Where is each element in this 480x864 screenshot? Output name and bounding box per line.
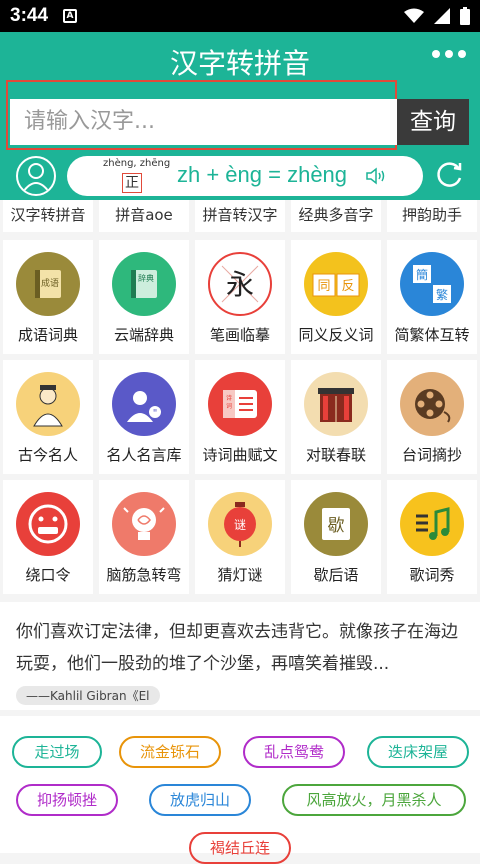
idiom-book-icon: 成语 bbox=[16, 252, 80, 316]
quote-text: 你们喜欢订定法律，但却更喜欢去违背它。就像孩子在海边玩耍，他们一股劲的堆了个沙堡… bbox=[16, 622, 458, 674]
idiom-tag[interactable]: 抑扬顿挫 bbox=[16, 784, 118, 816]
svg-text:诗: 诗 bbox=[226, 394, 232, 402]
quote-person-icon: " bbox=[112, 372, 176, 436]
idiom-tag[interactable]: 风高放火，月黑杀人 bbox=[282, 784, 466, 816]
svg-text:辞典: 辞典 bbox=[138, 273, 154, 283]
tab-pinyin-aoe[interactable]: 拼音aoe bbox=[99, 200, 189, 232]
quote-card[interactable]: 你们喜欢订定法律，但却更喜欢去违背它。就像孩子在海边玩耍，他们一股劲的堆了个沙堡… bbox=[0, 602, 480, 710]
more-icon[interactable] bbox=[432, 50, 466, 58]
grid-item-poetry[interactable]: 诗词 诗词曲赋文 bbox=[195, 360, 285, 474]
refresh-icon[interactable] bbox=[435, 159, 465, 189]
idiom-tag[interactable]: 乱点鸳鸯 bbox=[243, 736, 345, 768]
grid-item-lyrics[interactable]: 歌词秀 bbox=[387, 480, 477, 594]
status-bar: 3:44 A bbox=[0, 0, 480, 32]
idiom-tags: 走过场 流金铄石 乱点鸳鸯 迭床架屋 抑扬顿挫 放虎归山 风高放火，月黑杀人 褐… bbox=[0, 716, 480, 864]
idiom-tag[interactable]: 流金铄石 bbox=[119, 736, 221, 768]
grid-item-xiehouyu[interactable]: 歇 歇后语 bbox=[291, 480, 381, 594]
status-icons bbox=[404, 7, 470, 25]
grid-item-label: 歇后语 bbox=[313, 566, 359, 584]
pinyin-readings: zhèng, zhēng bbox=[103, 158, 171, 169]
grid-item-label: 脑筋急转弯 bbox=[106, 566, 182, 584]
svg-text:谜: 谜 bbox=[234, 518, 246, 532]
quote-author: ——Kahlil Gibran《El bbox=[16, 686, 160, 705]
scholar-icon bbox=[16, 372, 80, 436]
signal-icon bbox=[434, 8, 450, 24]
cloud-dictionary-icon: 辞典 bbox=[112, 252, 176, 316]
grid-item-label: 笔画临摹 bbox=[209, 326, 270, 344]
tab-pinyin-to-hanzi[interactable]: 拼音转汉字 bbox=[195, 200, 285, 232]
grid-item-simp-trad[interactable]: 簡繁 简繁体互转 bbox=[387, 240, 477, 354]
grid-item-label: 对联春联 bbox=[305, 446, 366, 464]
grid-item-cloud-dict[interactable]: 辞典 云端辞典 bbox=[99, 240, 189, 354]
grid-item-label: 名人名言库 bbox=[106, 446, 182, 464]
tab-polyphonic[interactable]: 经典多音字 bbox=[291, 200, 381, 232]
grid-item-synonym[interactable]: 同反 同义反义词 bbox=[291, 240, 381, 354]
feature-tabs: 汉字转拼音 拼音aoe 拼音转汉字 经典多音字 押韵助手 bbox=[0, 200, 480, 232]
lantern-icon: 谜 bbox=[208, 492, 272, 556]
svg-text:永: 永 bbox=[226, 268, 254, 301]
battery-icon bbox=[460, 7, 470, 25]
svg-text:反: 反 bbox=[341, 279, 354, 294]
grid-item-brain-teaser[interactable]: 脑筋急转弯 bbox=[99, 480, 189, 594]
grid-item-stroke[interactable]: 永 笔画临摹 bbox=[195, 240, 285, 354]
poetry-icon: 诗词 bbox=[208, 372, 272, 436]
feature-grid: 成语 成语词典 辞典 云端辞典 永 笔画临摹 同反 同义反义词 簡繁 简繁体互转… bbox=[0, 240, 480, 600]
example-character: 正 bbox=[122, 173, 142, 193]
grid-item-tongue-twister[interactable]: 绕口令 bbox=[3, 480, 93, 594]
grid-item-label: 简繁体互转 bbox=[394, 326, 470, 344]
grid-item-lines[interactable]: 台词摘抄 bbox=[387, 360, 477, 474]
tab-rhyme-helper[interactable]: 押韵助手 bbox=[387, 200, 477, 232]
user-icon bbox=[22, 163, 50, 193]
svg-text:词: 词 bbox=[226, 402, 232, 410]
page-title: 汉字转拼音 bbox=[169, 47, 310, 80]
speaker-icon[interactable] bbox=[365, 166, 387, 186]
grid-item-idiom[interactable]: 成语 成语词典 bbox=[3, 240, 93, 354]
brain-bulb-icon bbox=[112, 492, 176, 556]
avatar[interactable] bbox=[16, 156, 56, 196]
search-input[interactable]: 请输入汉字... bbox=[10, 99, 397, 145]
grid-row: 古今名人 " 名人名言库 诗词 诗词曲赋文 对联春联 台词摘抄 bbox=[0, 360, 480, 474]
grid-item-label: 猜灯谜 bbox=[217, 566, 263, 584]
grid-item-label: 台词摘抄 bbox=[401, 446, 462, 464]
grid-row: 绕口令 脑筋急转弯 谜 猜灯谜 歇 歇后语 歌词秀 bbox=[0, 480, 480, 594]
notification-icon: A bbox=[63, 9, 77, 23]
film-reel-icon bbox=[400, 372, 464, 436]
grid-item-label: 古今名人 bbox=[17, 446, 78, 464]
svg-text:簡: 簡 bbox=[416, 267, 428, 282]
tongue-twister-icon bbox=[16, 492, 80, 556]
couplet-door-icon bbox=[304, 372, 368, 436]
idiom-tag[interactable]: 走过场 bbox=[12, 736, 102, 768]
grid-item-quotes[interactable]: " 名人名言库 bbox=[99, 360, 189, 474]
grid-item-label: 绕口令 bbox=[25, 566, 71, 584]
grid-item-label: 歌词秀 bbox=[409, 566, 455, 584]
wifi-icon bbox=[404, 8, 424, 23]
search-button[interactable]: 查询 bbox=[397, 99, 469, 145]
idiom-tag[interactable]: 褐结丘连 bbox=[189, 832, 291, 864]
pinyin-example-card[interactable]: zhèng, zhēng 正 zh + èng = zhèng bbox=[67, 156, 423, 196]
grid-item-label: 诗词曲赋文 bbox=[202, 446, 278, 464]
music-note-icon bbox=[400, 492, 464, 556]
idiom-tag[interactable]: 迭床架屋 bbox=[367, 736, 469, 768]
tab-hanzi-to-pinyin[interactable]: 汉字转拼音 bbox=[3, 200, 93, 232]
grid-item-couplet[interactable]: 对联春联 bbox=[291, 360, 381, 474]
pinyin-equation: zh + èng = zhèng bbox=[177, 162, 348, 187]
svg-text:成语: 成语 bbox=[41, 277, 59, 289]
svg-text:歇: 歇 bbox=[328, 516, 345, 536]
grid-item-label: 同义反义词 bbox=[298, 326, 374, 344]
idiom-tag[interactable]: 放虎归山 bbox=[149, 784, 251, 816]
grid-item-label: 成语词典 bbox=[17, 326, 78, 344]
svg-text:同: 同 bbox=[317, 279, 330, 294]
song-scroll-icon: 歇 bbox=[304, 492, 368, 556]
simplified-traditional-icon: 簡繁 bbox=[400, 252, 464, 316]
brush-stroke-icon: 永 bbox=[208, 252, 272, 316]
svg-text:": " bbox=[153, 408, 158, 419]
grid-row: 成语 成语词典 辞典 云端辞典 永 笔画临摹 同反 同义反义词 簡繁 简繁体互转 bbox=[0, 240, 480, 354]
synonym-icon: 同反 bbox=[304, 252, 368, 316]
grid-item-lantern[interactable]: 谜 猜灯谜 bbox=[195, 480, 285, 594]
grid-item-label: 云端辞典 bbox=[113, 326, 174, 344]
grid-item-famous-people[interactable]: 古今名人 bbox=[3, 360, 93, 474]
svg-text:繁: 繁 bbox=[436, 287, 448, 302]
status-time: 3:44 bbox=[10, 5, 49, 26]
